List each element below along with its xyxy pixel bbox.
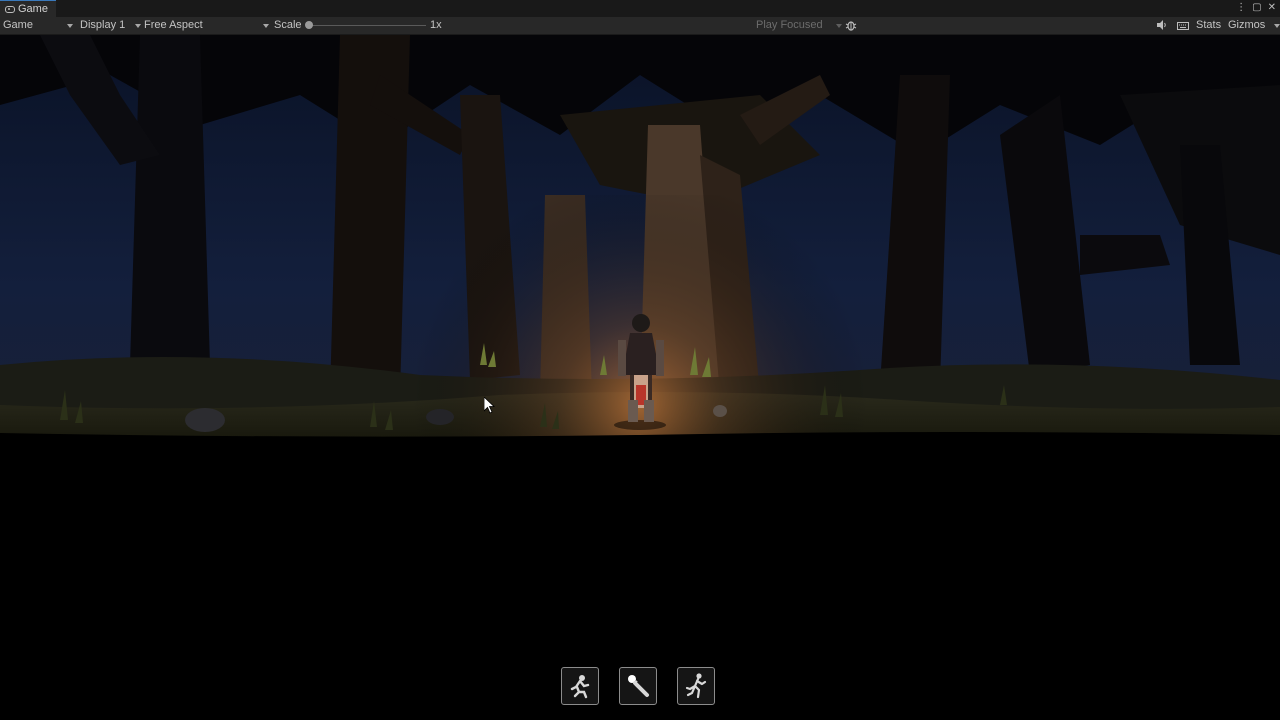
stats-button[interactable]: Stats xyxy=(1196,17,1221,34)
run-icon xyxy=(685,673,707,699)
game-viewport[interactable] xyxy=(0,35,1280,720)
display-dropdown[interactable]: Display 1 xyxy=(80,17,141,34)
chevron-down-icon xyxy=(263,24,269,28)
attack-button[interactable] xyxy=(619,667,657,705)
tab-game-label: Game xyxy=(18,3,48,15)
gamepad-icon xyxy=(5,5,15,13)
forest-scene xyxy=(0,35,1280,720)
action-button-bar xyxy=(561,667,715,705)
close-icon[interactable]: ✕ xyxy=(1268,1,1276,15)
aspect-dropdown[interactable]: Free Aspect xyxy=(144,17,269,34)
mute-audio-icon[interactable] xyxy=(1156,19,1168,36)
chevron-down-icon xyxy=(135,24,141,28)
aspect-label: Free Aspect xyxy=(144,19,203,31)
scale-slider-thumb[interactable] xyxy=(305,21,313,29)
chevron-down-icon xyxy=(1274,24,1280,28)
game-toolbar: Game Display 1 Free Aspect Scale 1x Play… xyxy=(0,17,1280,35)
torch-icon xyxy=(628,675,649,697)
bug-icon[interactable] xyxy=(845,19,857,36)
play-mode-label: Play Focused xyxy=(756,19,823,31)
crouch-icon xyxy=(570,675,590,699)
chevron-down-icon xyxy=(67,24,73,28)
run-button[interactable] xyxy=(677,667,715,705)
scale-label: Scale xyxy=(274,19,302,31)
view-mode-dropdown[interactable]: Game xyxy=(3,17,73,34)
crouch-button[interactable] xyxy=(561,667,599,705)
display-label: Display 1 xyxy=(80,19,126,31)
mouse-cursor-icon xyxy=(484,397,496,414)
gizmos-label: Gizmos xyxy=(1228,19,1266,31)
more-options-icon[interactable]: ⋮ xyxy=(1236,1,1246,15)
view-mode-label: Game xyxy=(3,19,33,31)
scale-slider-track[interactable] xyxy=(308,25,426,26)
play-mode-dropdown[interactable]: Play Focused xyxy=(756,17,842,34)
editor-tabstrip: Game ⋮ ▢ ✕ xyxy=(0,0,1280,17)
scale-value: 1x xyxy=(430,19,442,31)
chevron-down-icon xyxy=(836,24,842,28)
tab-game[interactable]: Game xyxy=(0,0,56,17)
maximize-icon[interactable]: ▢ xyxy=(1252,1,1261,15)
window-controls: ⋮ ▢ ✕ xyxy=(1236,1,1276,15)
gizmos-dropdown[interactable]: Gizmos xyxy=(1228,17,1280,34)
